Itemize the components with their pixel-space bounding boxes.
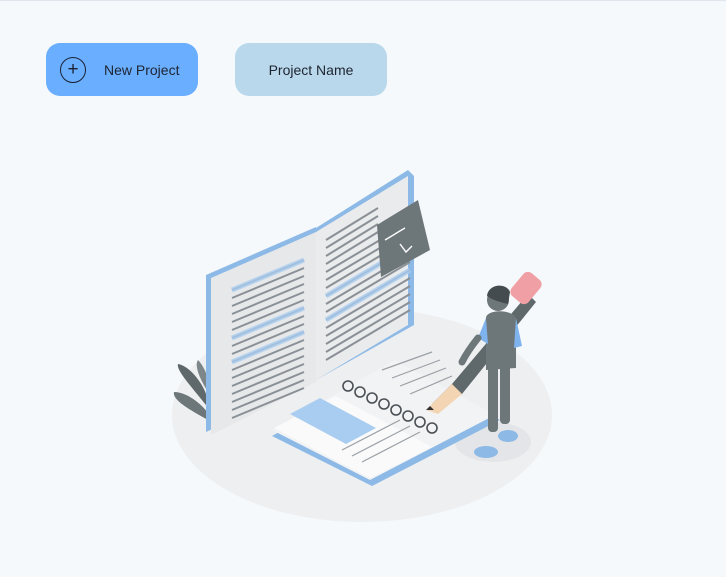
project-name-button[interactable]: Project Name — [235, 43, 387, 96]
project-name-label: Project Name — [268, 61, 354, 78]
top-border — [0, 0, 726, 1]
book-writing-illustration — [172, 170, 552, 522]
new-project-label: New Project — [104, 61, 180, 78]
new-project-button[interactable]: + New Project — [46, 43, 198, 96]
plus-circle-icon: + — [60, 56, 86, 83]
